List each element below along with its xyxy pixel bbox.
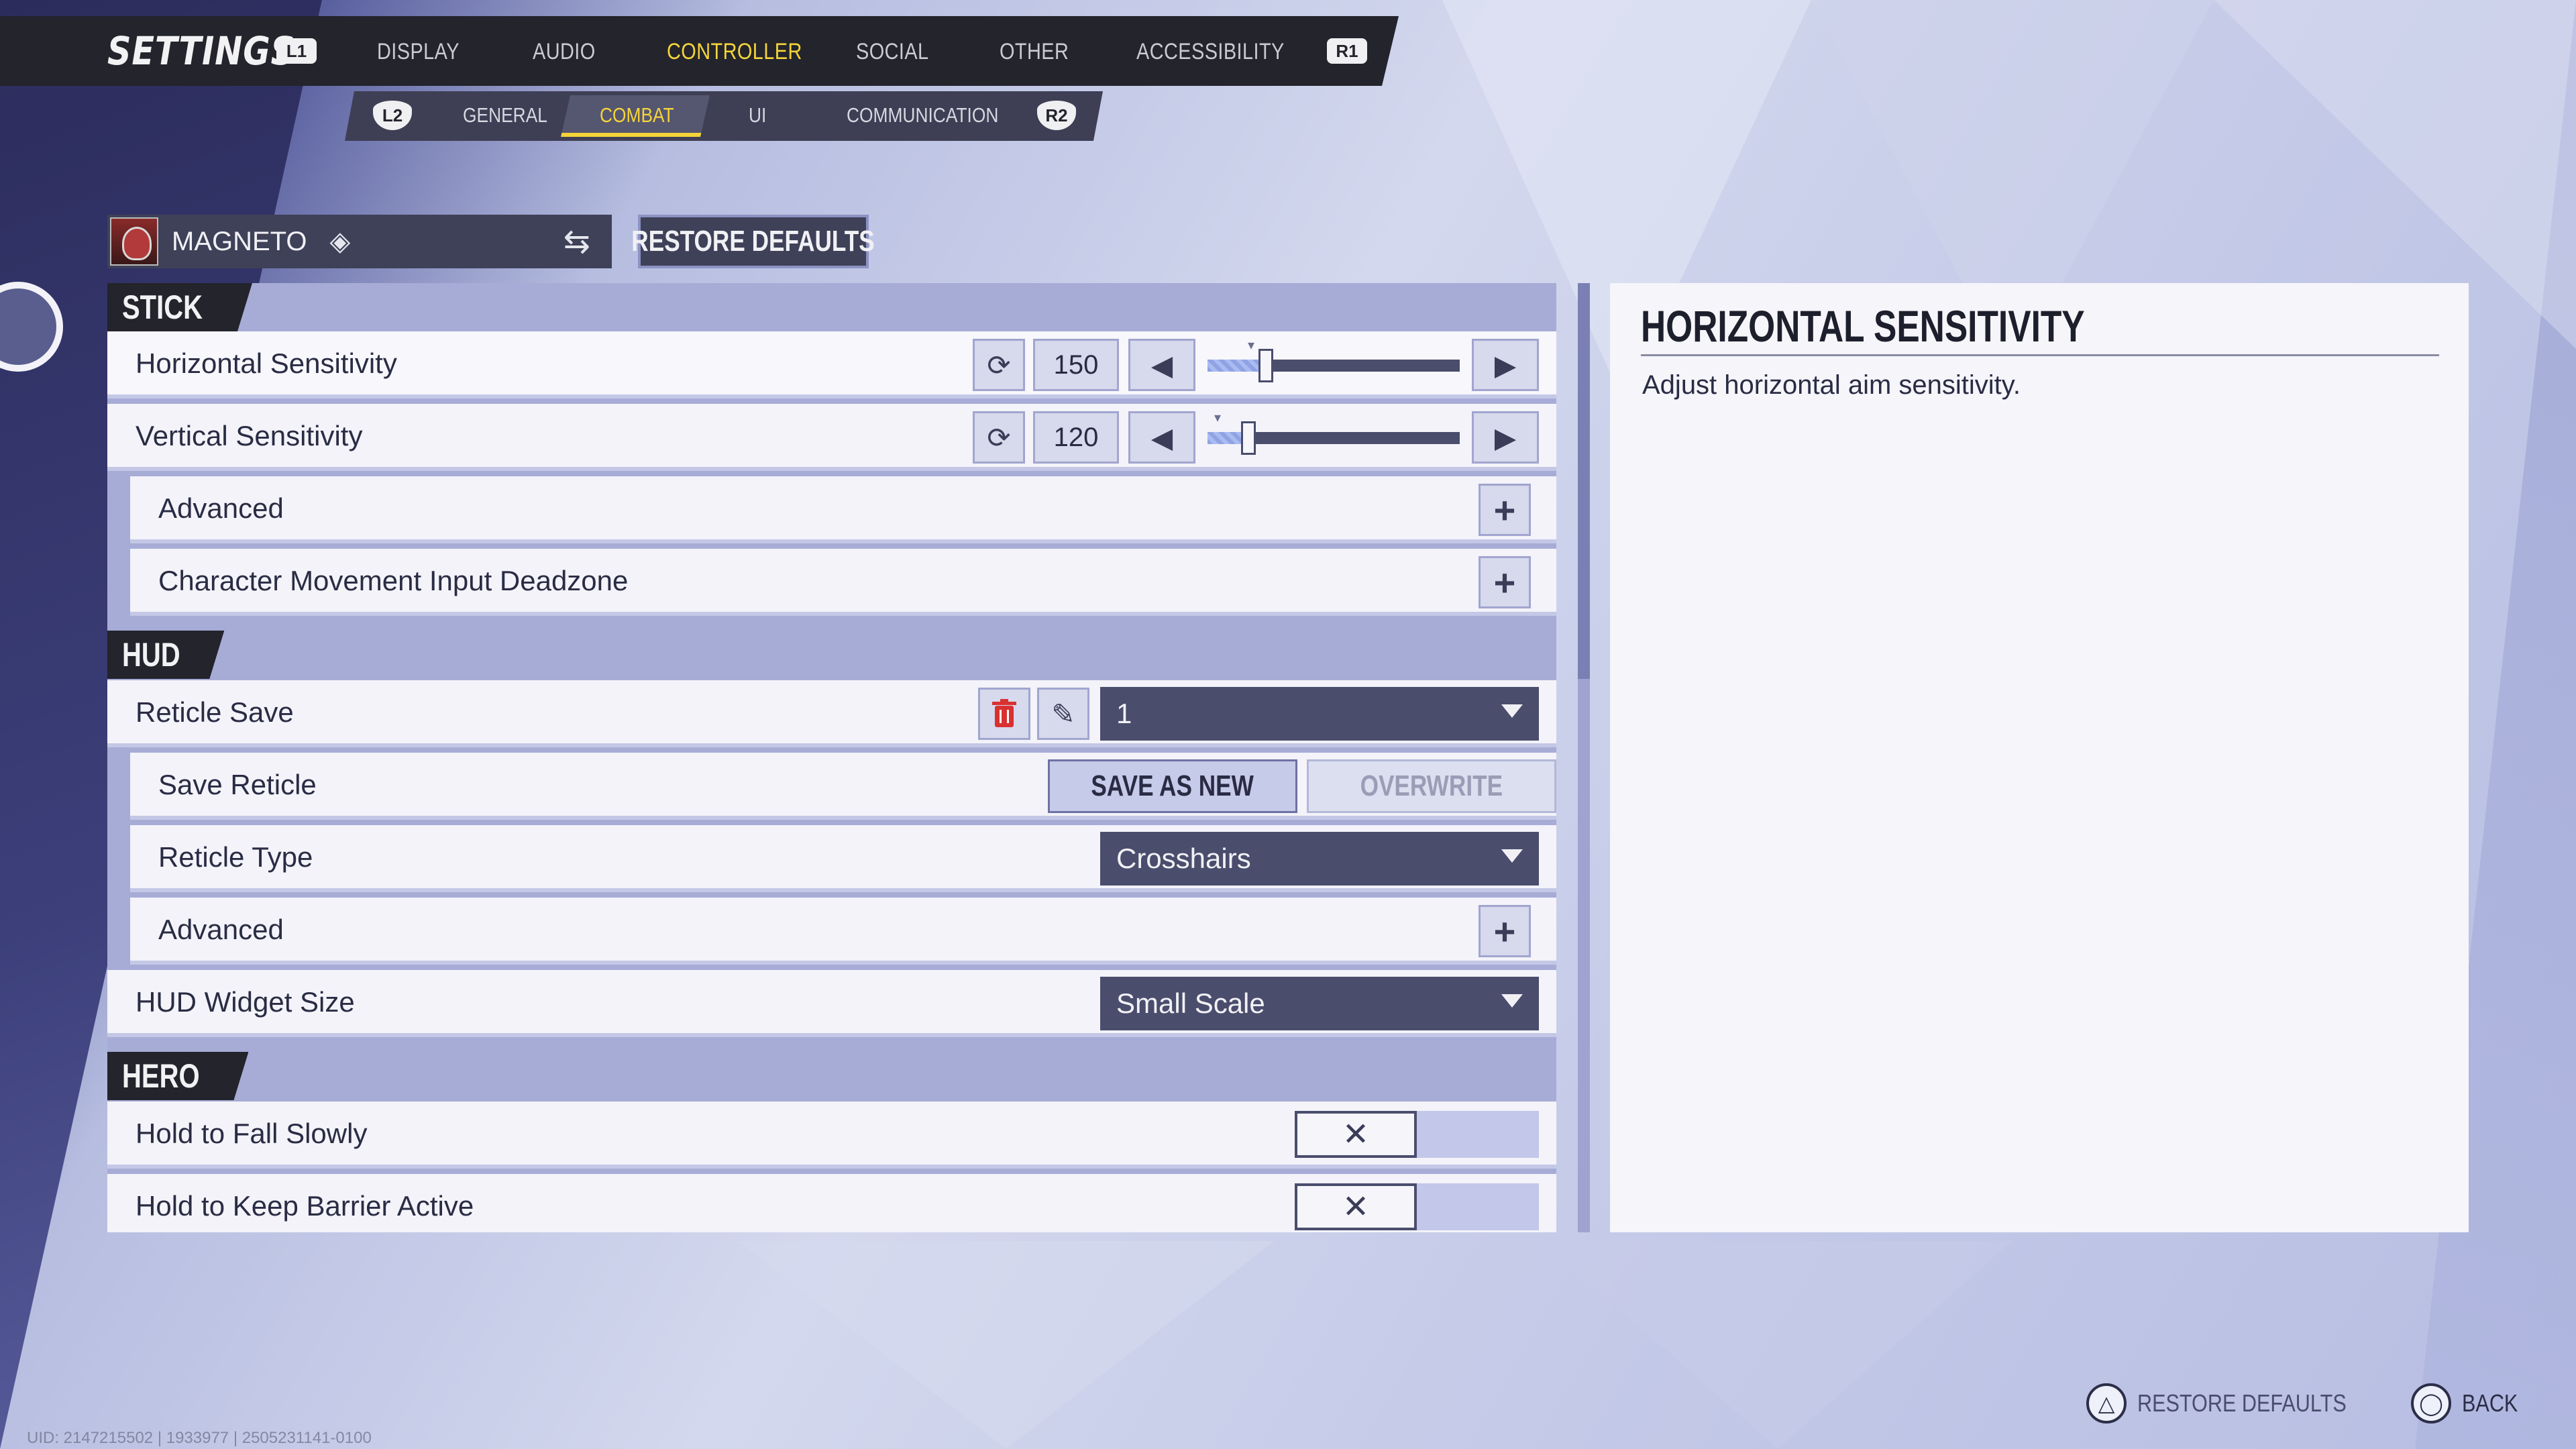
chevron-down-icon <box>1501 704 1523 718</box>
reset-icon[interactable]: ⟳ <box>973 411 1025 464</box>
toggle-off-x-icon: ✕ <box>1295 1111 1417 1158</box>
restore-defaults-button[interactable]: RESTORE DEFAULTS <box>632 215 875 268</box>
r2-trigger-badge[interactable]: R2 <box>1037 101 1076 130</box>
section-stick: STICK <box>107 283 1556 331</box>
row-hud-widget-size[interactable]: HUD Widget Size Small Scale <box>107 970 1556 1037</box>
expand-plus-icon[interactable]: + <box>1479 905 1531 957</box>
chevron-down-icon <box>1501 994 1523 1008</box>
scrollbar-thumb[interactable] <box>1578 283 1590 679</box>
slider-fill <box>1208 360 1266 372</box>
top-nav: SETTINGS L1 DISPLAY AUDIO CONTROLLER SOC… <box>0 16 1399 86</box>
footer-back-label: BACK <box>2462 1389 2518 1417</box>
uid-watermark: UID: 2147215502 | 1933977 | 2505231141-0… <box>27 1429 372 1447</box>
settings-list: STICK Horizontal Sensitivity ⟳ 150 ◀ ▾ ▶… <box>107 283 1556 1232</box>
tab-audio[interactable]: AUDIO <box>533 39 596 65</box>
increase-arrow-icon[interactable]: ▶ <box>1472 411 1539 464</box>
row-label: Reticle Type <box>158 841 313 873</box>
detail-panel: HORIZONTAL SENSITIVITY Adjust horizontal… <box>1610 283 2469 1232</box>
row-label: HUD Widget Size <box>136 986 355 1018</box>
expand-plus-icon[interactable]: + <box>1479 556 1531 608</box>
default-marker-icon: ▾ <box>1248 338 1255 353</box>
section-hero: HERO <box>107 1052 1556 1100</box>
save-as-new-button[interactable]: SAVE AS NEW <box>1048 759 1297 813</box>
detail-divider <box>1641 354 2439 356</box>
l1-bumper-badge[interactable]: L1 <box>276 38 317 64</box>
slider-thumb[interactable] <box>1258 349 1273 382</box>
dropdown-value: Small Scale <box>1116 987 1265 1019</box>
tab-controller[interactable]: CONTROLLER <box>667 39 802 65</box>
reticle-save-dropdown[interactable]: 1 <box>1100 687 1539 741</box>
page-title: SETTINGS <box>107 28 295 74</box>
row-movement-deadzone[interactable]: Character Movement Input Deadzone + <box>130 549 1556 616</box>
row-hud-advanced[interactable]: Advanced + <box>130 898 1556 965</box>
reset-icon[interactable]: ⟳ <box>973 339 1025 391</box>
dropdown-value: Crosshairs <box>1116 843 1251 874</box>
row-reticle-type[interactable]: Reticle Type Crosshairs <box>130 825 1556 892</box>
row-hold-fall-slowly[interactable]: Hold to Fall Slowly ✕ <box>107 1102 1556 1169</box>
reticle-type-dropdown[interactable]: Crosshairs <box>1100 832 1539 885</box>
row-label: Advanced <box>158 914 284 945</box>
swap-icon[interactable]: ⇆ <box>564 223 590 260</box>
expand-plus-icon[interactable]: + <box>1479 484 1531 536</box>
overwrite-button[interactable]: OVERWRITE <box>1307 759 1556 813</box>
horizontal-sensitivity-value[interactable]: 150 <box>1033 339 1119 391</box>
decrease-arrow-icon[interactable]: ◀ <box>1128 411 1195 464</box>
hold-barrier-toggle[interactable]: ✕ <box>1295 1183 1539 1230</box>
circle-button-icon: ◯ <box>2411 1383 2451 1424</box>
subtab-ui[interactable]: UI <box>749 103 766 127</box>
detail-title: HORIZONTAL SENSITIVITY <box>1641 301 2085 351</box>
l2-trigger-badge[interactable]: L2 <box>373 101 412 130</box>
row-stick-advanced[interactable]: Advanced + <box>130 476 1556 543</box>
footer-restore-label: RESTORE DEFAULTS <box>2137 1389 2347 1417</box>
detail-description: Adjust horizontal aim sensitivity. <box>1642 370 2021 400</box>
vertical-sensitivity-value[interactable]: 120 <box>1033 411 1119 464</box>
row-label: Hold to Fall Slowly <box>136 1118 368 1149</box>
slider-thumb[interactable] <box>1241 421 1256 455</box>
r1-bumper-badge[interactable]: R1 <box>1327 38 1367 64</box>
horizontal-sensitivity-slider[interactable]: ▾ <box>1208 338 1460 382</box>
subtab-combat[interactable]: COMBAT <box>600 103 674 127</box>
subtab-general[interactable]: GENERAL <box>463 103 547 127</box>
hold-fall-slowly-toggle[interactable]: ✕ <box>1295 1111 1539 1158</box>
row-save-reticle[interactable]: Save Reticle SAVE AS NEW OVERWRITE <box>130 753 1556 820</box>
sub-nav: L2 GENERAL COMBAT UI COMMUNICATION R2 <box>345 91 1103 141</box>
hero-portrait <box>110 217 158 266</box>
row-horizontal-sensitivity[interactable]: Horizontal Sensitivity ⟳ 150 ◀ ▾ ▶ <box>107 331 1556 398</box>
hud-widget-size-dropdown[interactable]: Small Scale <box>1100 977 1539 1030</box>
section-hud: HUD <box>107 631 1556 679</box>
hero-selector[interactable]: MAGNETO ◈ ⇆ <box>107 215 612 268</box>
tab-other[interactable]: OTHER <box>1000 39 1069 65</box>
decrease-arrow-icon[interactable]: ◀ <box>1128 339 1195 391</box>
diamond-icon: ◈ <box>329 227 351 256</box>
chevron-down-icon <box>1501 849 1523 863</box>
footer-back[interactable]: ◯ BACK <box>2411 1382 2528 1425</box>
tab-display[interactable]: DISPLAY <box>377 39 460 65</box>
toggle-off-x-icon: ✕ <box>1295 1183 1417 1230</box>
footer-restore-defaults[interactable]: △ RESTORE DEFAULTS <box>2086 1382 2383 1425</box>
dropdown-value: 1 <box>1116 698 1132 729</box>
row-label: Advanced <box>158 492 284 524</box>
row-label: Hold to Keep Barrier Active <box>136 1190 474 1222</box>
row-label: Reticle Save <box>136 696 294 728</box>
hero-name: MAGNETO <box>172 226 307 256</box>
delete-trash-icon[interactable] <box>978 688 1030 740</box>
row-hold-barrier-active[interactable]: Hold to Keep Barrier Active ✕ <box>107 1174 1556 1232</box>
row-label: Character Movement Input Deadzone <box>158 565 629 596</box>
row-label: Vertical Sensitivity <box>136 420 363 451</box>
row-label: Save Reticle <box>158 769 317 800</box>
restore-defaults-label: RESTORE DEFAULTS <box>631 225 875 258</box>
vertical-sensitivity-slider[interactable]: ▾ <box>1208 411 1460 455</box>
row-reticle-save[interactable]: Reticle Save ✎ 1 <box>107 680 1556 747</box>
settings-scrollbar[interactable] <box>1578 283 1590 1232</box>
tab-social[interactable]: SOCIAL <box>856 39 929 65</box>
row-label: Horizontal Sensitivity <box>136 347 397 379</box>
increase-arrow-icon[interactable]: ▶ <box>1472 339 1539 391</box>
subtab-communication[interactable]: COMMUNICATION <box>847 103 998 127</box>
row-vertical-sensitivity[interactable]: Vertical Sensitivity ⟳ 120 ◀ ▾ ▶ <box>107 404 1556 471</box>
edit-pencil-icon[interactable]: ✎ <box>1037 688 1089 740</box>
default-marker-icon: ▾ <box>1214 411 1222 425</box>
triangle-button-icon: △ <box>2086 1383 2127 1424</box>
tab-accessibility[interactable]: ACCESSIBILITY <box>1136 39 1285 65</box>
